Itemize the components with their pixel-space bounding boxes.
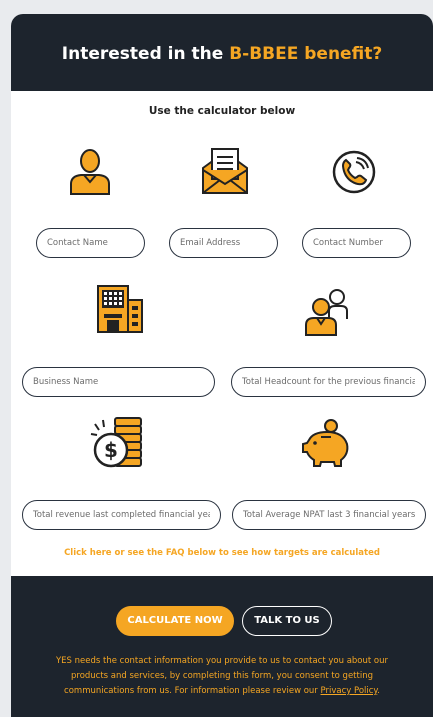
title-accent: B-BBEE benefit?: [229, 44, 383, 64]
contact-name-input[interactable]: [36, 228, 145, 258]
header-banner: Interested in the B-BBEE benefit?: [11, 14, 433, 91]
calculator-card: Interested in the B-BBEE benefit? Use th…: [11, 14, 433, 717]
consent-text: YES needs the contact information you pr…: [41, 654, 403, 699]
calculate-now-button[interactable]: CALCULATE NOW: [116, 606, 234, 636]
consent-end: .: [377, 686, 380, 696]
title-prefix: Interested in the: [61, 44, 230, 64]
building-icon: [97, 285, 143, 333]
email-icon: [202, 148, 248, 194]
person-icon: [70, 149, 110, 195]
privacy-policy-link[interactable]: Privacy Policy: [321, 686, 378, 696]
targets-faq-link[interactable]: Click here or see the FAQ below to see h…: [11, 548, 433, 558]
team-icon: [305, 289, 348, 336]
revenue-input[interactable]: [22, 500, 221, 530]
talk-to-us-button[interactable]: TALK TO US: [242, 606, 332, 636]
business-name-input[interactable]: [22, 367, 215, 397]
contact-number-input[interactable]: [302, 228, 411, 258]
footer-section: CALCULATE NOW TALK TO US YES needs the c…: [11, 576, 433, 717]
npat-input[interactable]: [232, 500, 426, 530]
calculator-subtitle: Use the calculator below: [148, 105, 296, 117]
page-title: Interested in the B-BBEE benefit?: [11, 44, 433, 64]
svg-text:$: $: [104, 438, 118, 462]
phone-icon: [332, 150, 376, 194]
money-coins-icon: $: [90, 417, 142, 468]
email-address-input[interactable]: [169, 228, 278, 258]
piggy-bank-icon: [302, 419, 349, 467]
headcount-input[interactable]: [231, 367, 426, 397]
